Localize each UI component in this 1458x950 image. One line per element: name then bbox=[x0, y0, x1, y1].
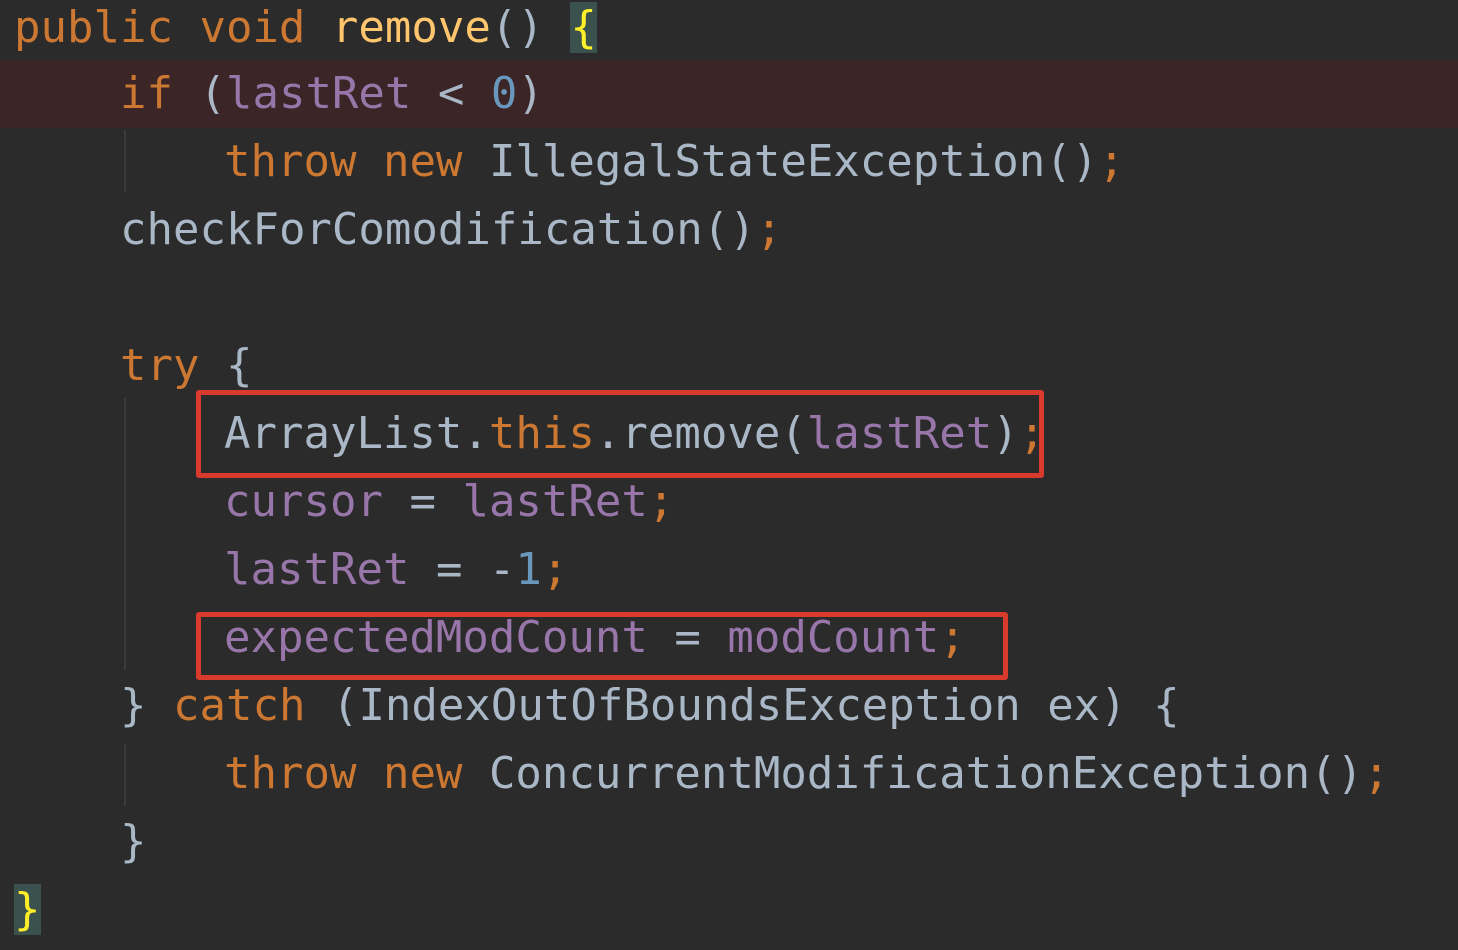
semicolon: ; bbox=[1363, 748, 1390, 799]
paren-open: ( bbox=[199, 68, 226, 119]
exception-constructor: ConcurrentModificationException() bbox=[488, 748, 1364, 799]
code-line-8[interactable]: cursor = lastRet; bbox=[0, 468, 1458, 536]
close-brace-matched: } bbox=[14, 884, 41, 935]
exception-constructor: IllegalStateException() bbox=[488, 136, 1099, 187]
open-brace: { bbox=[225, 340, 253, 391]
keyword-try: try bbox=[120, 340, 200, 391]
field-lastRet: lastRet bbox=[462, 476, 648, 527]
highlight-box-remove-call bbox=[196, 390, 1044, 478]
method-name: remove bbox=[331, 2, 491, 53]
code-line-2-highlighted[interactable]: if (lastRet < 0) bbox=[0, 60, 1458, 128]
code-line-1[interactable]: public void remove() { bbox=[0, 0, 1458, 62]
operator-assign: = bbox=[409, 476, 436, 527]
code-line-13[interactable]: } bbox=[0, 808, 1458, 876]
keyword-public: public bbox=[14, 2, 173, 53]
code-line-9[interactable]: lastRet = -1; bbox=[0, 536, 1458, 604]
code-editor[interactable]: public void remove() { if (lastRet < 0) … bbox=[0, 0, 1458, 950]
close-brace: } bbox=[120, 816, 147, 867]
keyword-catch: catch bbox=[173, 680, 306, 731]
code-line-3[interactable]: throw new IllegalStateException(); bbox=[0, 128, 1458, 196]
keyword-throw: throw bbox=[224, 136, 357, 187]
field-cursor: cursor bbox=[224, 476, 383, 527]
method-parens: () bbox=[490, 2, 544, 53]
semicolon: ; bbox=[541, 544, 569, 595]
field-lastRet: lastRet bbox=[224, 544, 410, 595]
keyword-if: if bbox=[120, 68, 173, 119]
keyword-new: new bbox=[382, 748, 463, 799]
operator-assign-negate: = - bbox=[435, 544, 516, 595]
catch-parameters: (IndexOutOfBoundsException ex) { bbox=[331, 680, 1180, 731]
semicolon: ; bbox=[1098, 136, 1125, 187]
semicolon: ; bbox=[755, 204, 783, 255]
code-line-14[interactable]: } bbox=[0, 876, 1458, 944]
paren-close: ) bbox=[517, 68, 544, 119]
keyword-new: new bbox=[382, 136, 463, 187]
close-brace: } bbox=[120, 680, 147, 731]
keyword-void: void bbox=[199, 2, 306, 53]
semicolon: ; bbox=[647, 476, 675, 527]
code-line-4[interactable]: checkForComodification(); bbox=[0, 196, 1458, 264]
open-brace-matched: { bbox=[570, 2, 597, 53]
field-lastRet: lastRet bbox=[225, 68, 412, 119]
method-call: checkForComodification() bbox=[120, 204, 756, 255]
code-line-11[interactable]: } catch (IndexOutOfBoundsException ex) { bbox=[0, 672, 1458, 740]
number-one: 1 bbox=[515, 544, 542, 595]
highlight-box-modcount-assignment bbox=[196, 612, 1008, 680]
number-zero: 0 bbox=[490, 68, 518, 119]
operator-lt: < bbox=[437, 68, 465, 119]
keyword-throw: throw bbox=[224, 748, 357, 799]
code-line-12[interactable]: throw new ConcurrentModificationExceptio… bbox=[0, 740, 1458, 808]
